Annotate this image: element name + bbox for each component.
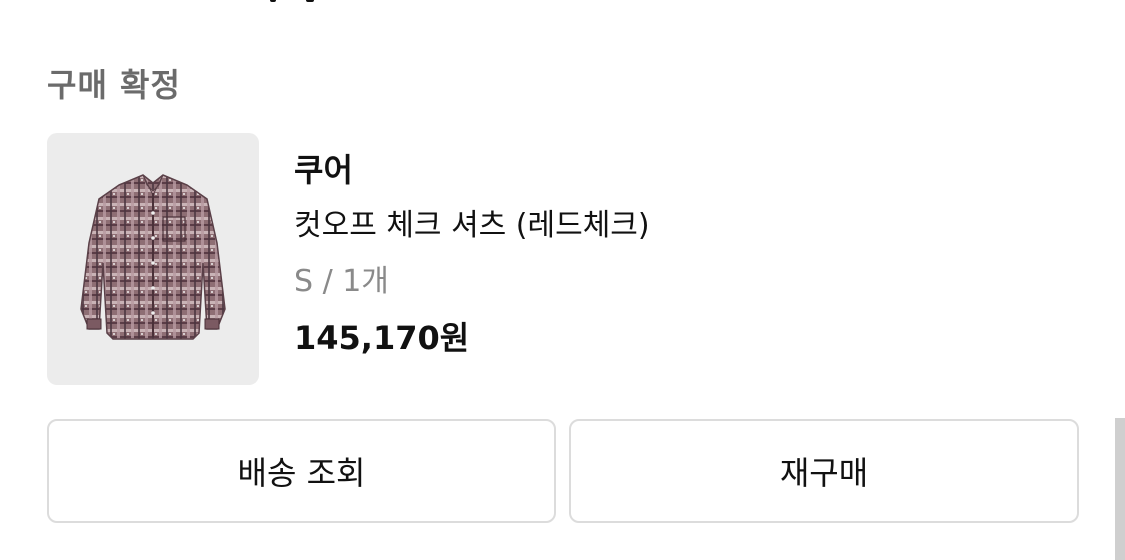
track-shipping-button[interactable]: 배송 조회: [47, 419, 556, 523]
order-history-page: 구매 확정 쿠어 컷오프 체크 셔츠 (레드체크) S / 1개 145,170…: [0, 0, 1125, 560]
product-thumbnail[interactable]: [47, 133, 259, 385]
product-info: 쿠어 컷오프 체크 셔츠 (레드체크) S / 1개 145,170원: [294, 150, 650, 358]
previous-section-cutoff: [236, 0, 346, 4]
product-name[interactable]: 컷오프 체크 셔츠 (레드체크): [294, 206, 650, 246]
brand-name[interactable]: 쿠어: [294, 150, 650, 190]
plaid-shirt-image: [80, 174, 226, 340]
product-price: 145,170원: [294, 319, 470, 357]
reorder-button[interactable]: 재구매: [569, 419, 1079, 523]
product-option: S / 1개: [294, 264, 389, 299]
order-status-label: 구매 확정: [47, 66, 181, 104]
scrollbar-thumb[interactable]: [1115, 418, 1125, 560]
cut-glyph: [306, 0, 314, 2]
cut-glyph: [270, 0, 276, 2]
